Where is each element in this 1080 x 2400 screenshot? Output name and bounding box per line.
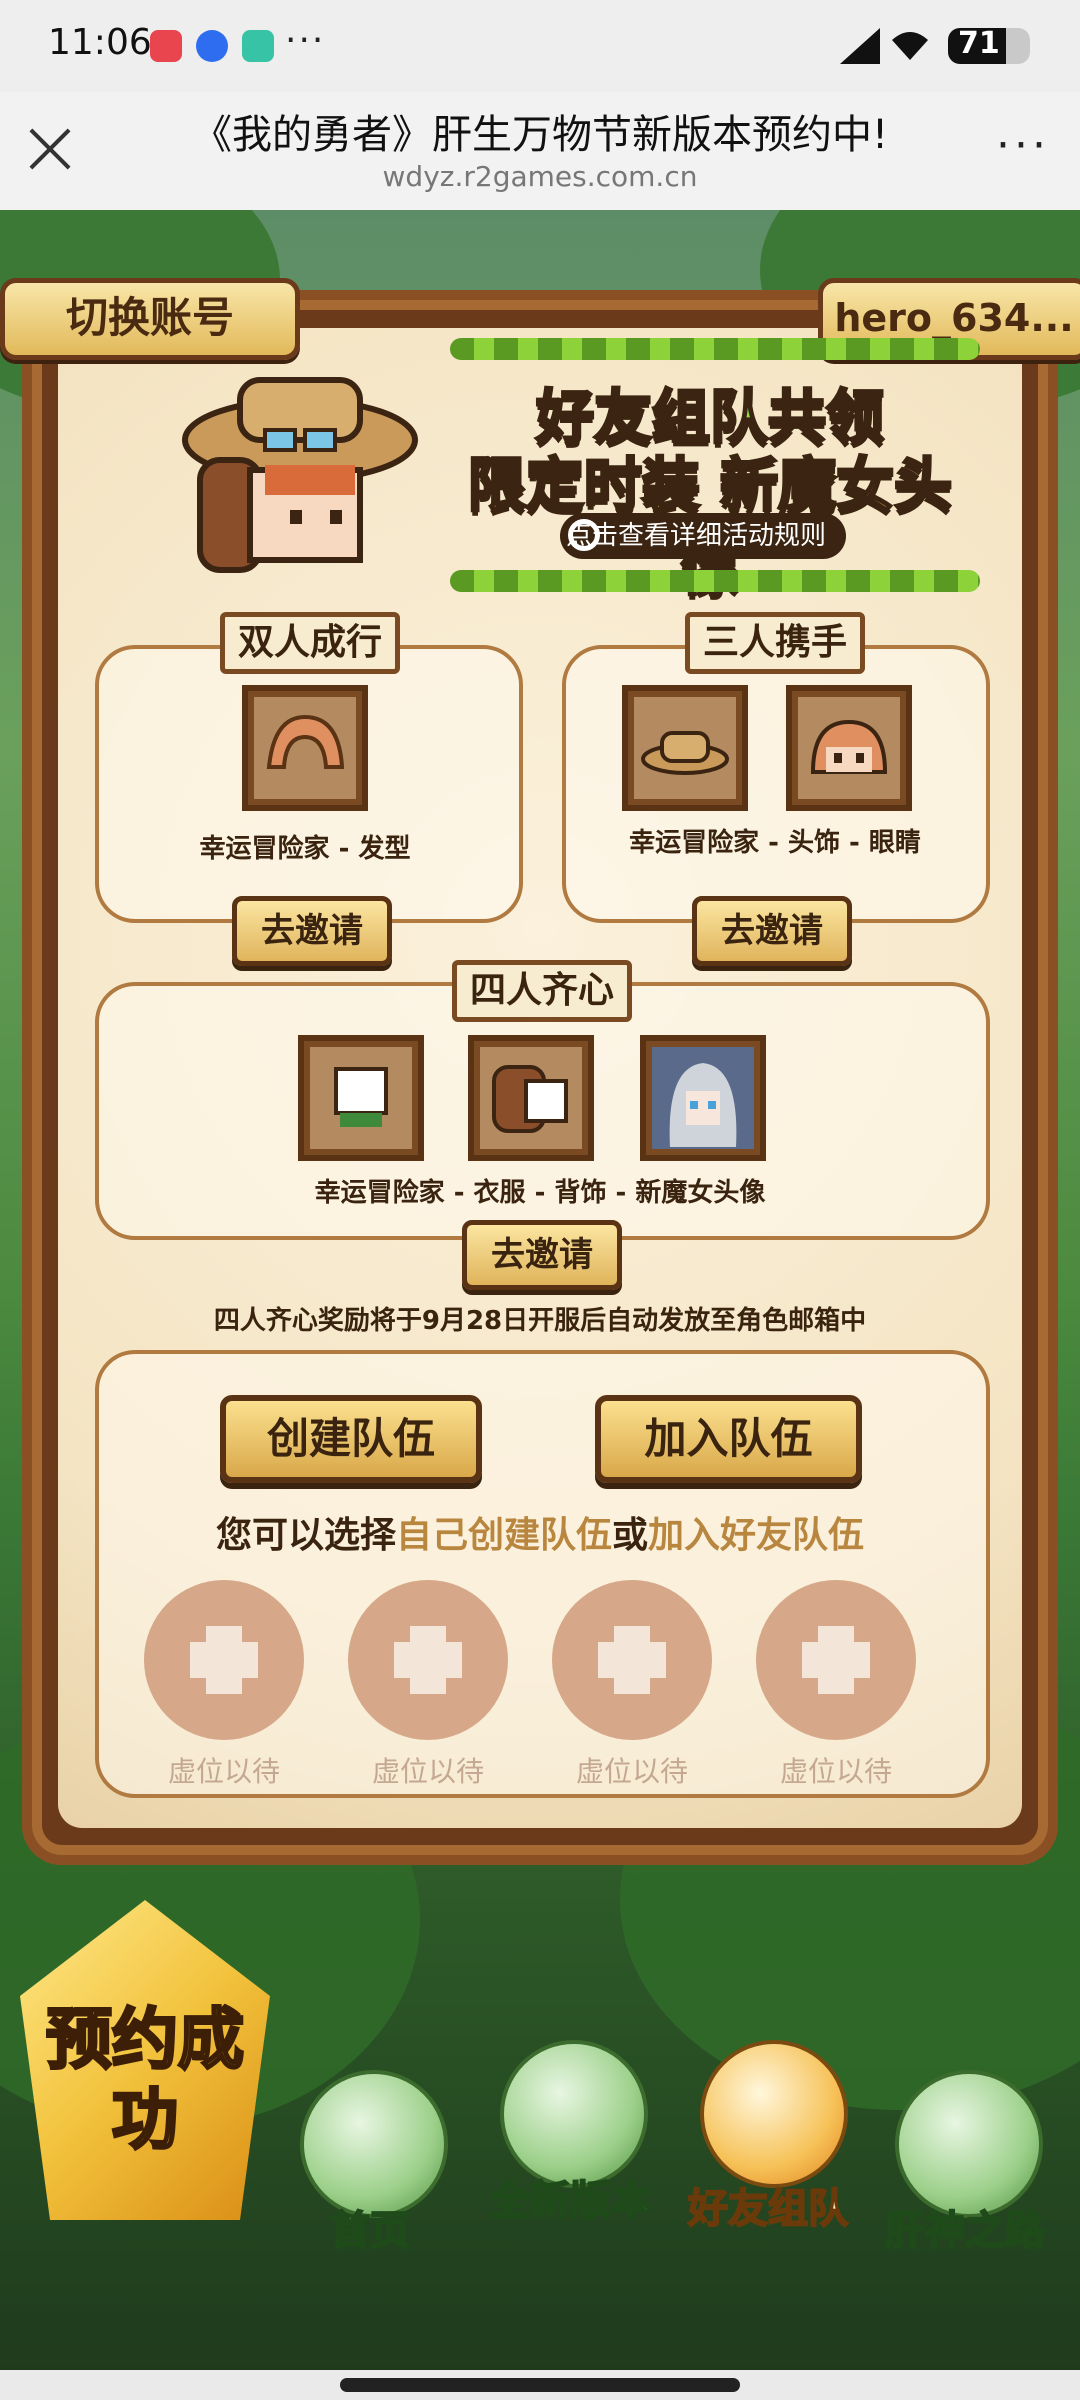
tier-trio-title: 三人携手 [685,612,865,674]
create-team-button[interactable]: 创建队伍 [220,1395,482,1483]
browser-header: 《我的勇者》肝生万物节新版本预约中! wdyz.r2games.com.cn ·… [0,92,1080,210]
reward-delivery-note: 四人齐心奖励将于9月28日开服后自动发放至角色邮箱中 [213,1306,867,1336]
gesture-bar [0,2370,1080,2400]
more-menu-icon[interactable]: ··· [996,124,1050,168]
nav-friend-team-icon[interactable] [700,2040,848,2188]
nav-friend-team-label[interactable]: 好友组队 [668,2176,868,2234]
tier-quad-title: 四人齐心 [452,960,632,1022]
view-rules-label: 点击查看详细活动规则 [565,521,826,551]
team-slot-label: 虚位以待 [575,1755,688,1788]
reward-eyes-icon [786,685,912,811]
team-slot-4[interactable] [756,1580,916,1740]
join-team-button[interactable]: 加入队伍 [595,1395,862,1483]
page-url: wdyz.r2games.com.cn [382,160,698,193]
browser-app-icon [196,30,228,62]
reward-clothes-icon [298,1035,424,1161]
backpack-icon [492,1065,568,1133]
close-icon[interactable] [22,120,80,178]
wifi-icon [892,32,928,60]
signal-icon [840,28,880,64]
status-bar: 11:06 ··· 71 [0,0,1080,92]
hat-icon [641,731,729,775]
nav-grind-road-icon[interactable] [895,2070,1043,2218]
tier-trio-invite-button[interactable]: 去邀请 [692,896,852,966]
witch-avatar-icon [652,1047,754,1149]
tier-duo-reward-caption: 幸运冒险家 - 发型 [199,834,411,864]
team-choice-hint: 您可以选择自己创建队伍或加入好友队伍 [100,1506,980,1558]
reward-backpack-icon [468,1035,594,1161]
page-title: 《我的勇者》肝生万物节新版本预约中! [191,112,889,158]
nav-home-icon[interactable] [300,2070,448,2218]
tier-duo-title: 双人成行 [220,612,400,674]
switch-account-button[interactable]: 切换账号 [0,278,300,360]
team-slot-label: 虚位以待 [167,1755,280,1788]
battery-icon: 71 [948,28,1030,64]
tier-quad-invite-button[interactable]: 去邀请 [462,1220,622,1290]
reward-witch-avatar-icon [640,1035,766,1161]
team-slot-label: 虚位以待 [371,1755,484,1788]
team-choice-join: 加入好友队伍 [648,1515,865,1556]
team-choice-create: 自己创建队伍 [395,1515,612,1556]
home-indicator[interactable] [340,2378,740,2392]
battery-level: 71 [958,28,1000,61]
tier-quad-reward-caption: 幸运冒险家 - 衣服 - 背饰 - 新魔女头像 [314,1178,766,1208]
reward-hat-icon [622,685,748,811]
reward-hairstyle-icon [242,685,368,811]
vine-decoration [450,570,980,592]
status-time: 11:06 [48,22,152,63]
game-page: 切换账号 hero_634... 好友组队共领 限定时装 新魔女头像 点击查看详… [0,210,1080,2370]
game-app-icon [242,30,274,62]
view-rules-button[interactable]: 点击查看详细活动规则 [560,513,846,559]
team-slot-2[interactable] [348,1580,508,1740]
team-slot-1[interactable] [144,1580,304,1740]
tier-trio-reward-caption: 幸运冒险家 - 头饰 - 眼睛 [629,828,921,858]
nav-new-version-label[interactable]: 全新版本 [470,2168,670,2226]
reservation-success-badge: 预约成功 [45,2000,246,2160]
news-app-icon [150,30,182,62]
team-slot-label: 虚位以待 [779,1755,892,1788]
nav-new-version-icon[interactable] [500,2040,648,2188]
more-notifications-icon: ··· [285,20,326,61]
team-choice-prefix: 您可以选择 [215,1515,396,1556]
eyes-icon [810,719,888,774]
vine-decoration [450,338,980,360]
nav-grind-road-label[interactable]: 肝神之路 [865,2198,1065,2256]
clothes-icon [334,1067,388,1127]
hero-avatar [182,377,418,573]
team-choice-or: 或 [612,1515,649,1556]
hairstyle-icon [266,714,345,769]
nav-home-label[interactable]: 首页 [270,2198,470,2256]
tier-duo-invite-button[interactable]: 去邀请 [232,896,392,966]
search-icon [568,519,600,551]
team-slot-3[interactable] [552,1580,712,1740]
